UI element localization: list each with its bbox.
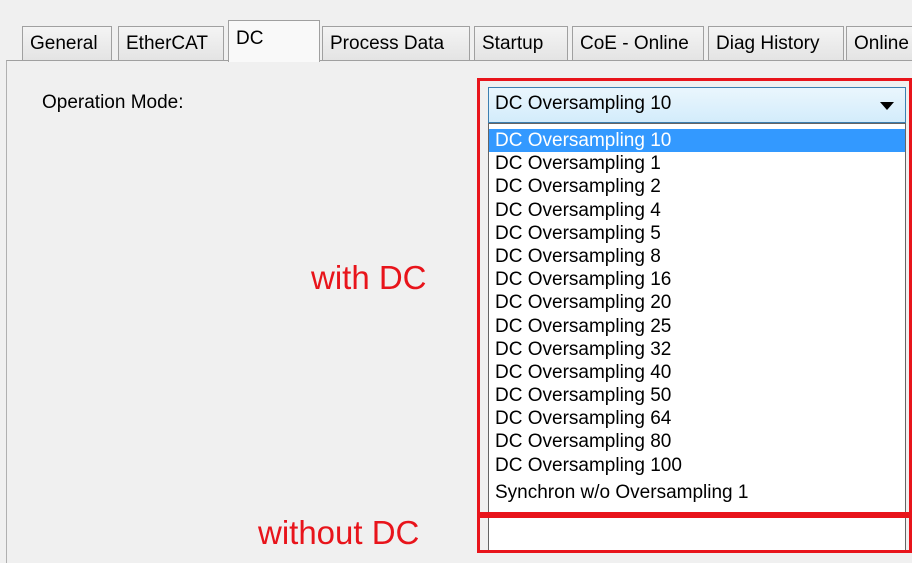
tab-coe-online[interactable]: CoE - Online bbox=[572, 26, 704, 60]
option-dc-oversampling-80[interactable]: DC Oversampling 80 bbox=[489, 430, 905, 453]
tab-general[interactable]: General bbox=[22, 26, 112, 60]
option-dc-oversampling-1[interactable]: DC Oversampling 1 bbox=[489, 152, 905, 175]
operation-mode-selected-value: DC Oversampling 10 bbox=[495, 93, 672, 114]
tab-bar: General EtherCAT DC Process Data Startup… bbox=[22, 20, 912, 62]
option-dc-oversampling-4[interactable]: DC Oversampling 4 bbox=[489, 199, 905, 222]
option-dc-oversampling-20[interactable]: DC Oversampling 20 bbox=[489, 291, 905, 314]
option-dc-oversampling-100[interactable]: DC Oversampling 100 bbox=[489, 454, 905, 477]
option-dc-oversampling-5[interactable]: DC Oversampling 5 bbox=[489, 222, 905, 245]
tab-diag-history[interactable]: Diag History bbox=[708, 26, 844, 60]
option-dc-oversampling-32[interactable]: DC Oversampling 32 bbox=[489, 338, 905, 361]
without-dc-annotation: without DC bbox=[258, 514, 420, 551]
tab-ethercat[interactable]: EtherCAT bbox=[118, 26, 224, 60]
tab-dc[interactable]: DC bbox=[228, 20, 320, 62]
option-dc-oversampling-64[interactable]: DC Oversampling 64 bbox=[489, 407, 905, 430]
operation-mode-label: Operation Mode: bbox=[42, 92, 184, 113]
option-dc-oversampling-2[interactable]: DC Oversampling 2 bbox=[489, 175, 905, 198]
option-dc-oversampling-10[interactable]: DC Oversampling 10 bbox=[489, 129, 905, 153]
with-dc-annotation: with DC bbox=[311, 259, 427, 296]
tab-process-data[interactable]: Process Data bbox=[322, 26, 470, 60]
operation-mode-list: DC Oversampling 10 DC Oversampling 1 DC … bbox=[488, 123, 906, 552]
tab-online[interactable]: Online bbox=[846, 26, 912, 60]
option-dc-oversampling-8[interactable]: DC Oversampling 8 bbox=[489, 245, 905, 268]
option-dc-oversampling-50[interactable]: DC Oversampling 50 bbox=[489, 384, 905, 407]
chevron-down-icon[interactable] bbox=[880, 102, 894, 110]
operation-mode-dropdown[interactable]: DC Oversampling 10 bbox=[488, 87, 906, 123]
tab-startup[interactable]: Startup bbox=[474, 26, 568, 60]
option-dc-oversampling-25[interactable]: DC Oversampling 25 bbox=[489, 315, 905, 338]
option-synchron-wo-oversampling-1[interactable]: Synchron w/o Oversampling 1 bbox=[489, 481, 905, 504]
option-dc-oversampling-16[interactable]: DC Oversampling 16 bbox=[489, 268, 905, 291]
option-dc-oversampling-40[interactable]: DC Oversampling 40 bbox=[489, 361, 905, 384]
